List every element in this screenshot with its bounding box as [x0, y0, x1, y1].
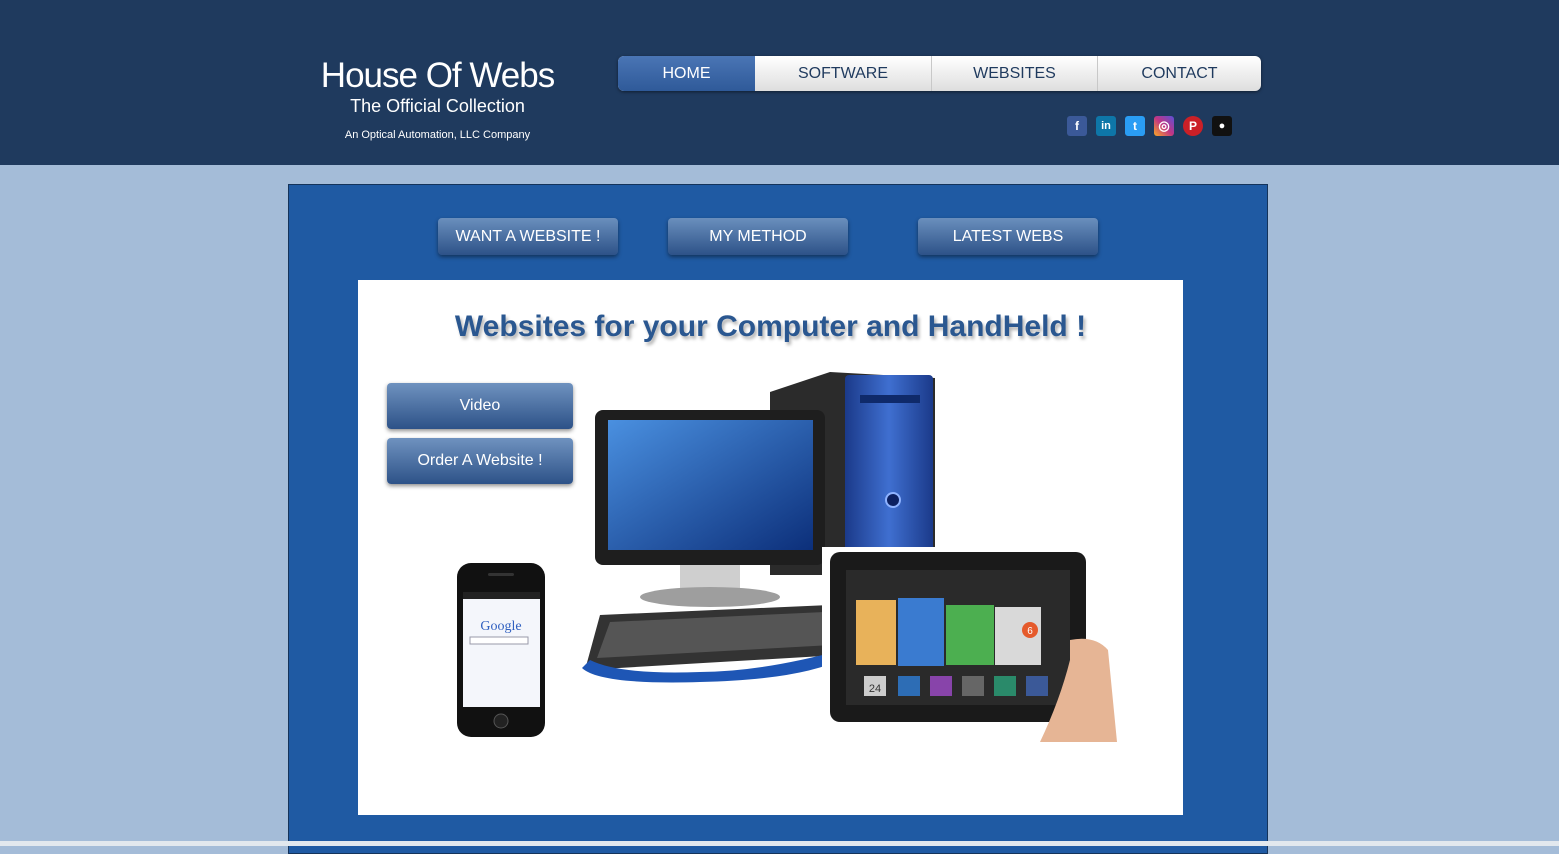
- footer-strip: [0, 841, 1559, 846]
- want-a-website-button[interactable]: WANT A WEBSITE !: [438, 218, 618, 255]
- devices-illustration: Google 6 24: [457, 372, 1117, 742]
- computer-keyboard: [582, 605, 845, 683]
- tablet: 6 24: [822, 547, 1117, 742]
- smartphone: Google: [457, 563, 545, 737]
- my-method-button[interactable]: MY METHOD: [668, 218, 848, 255]
- tablet-date: 24: [869, 683, 881, 695]
- nav-item-websites[interactable]: WEBSITES: [931, 56, 1097, 91]
- latest-webs-button[interactable]: LATEST WEBS: [918, 218, 1098, 255]
- linkedin-icon[interactable]: in: [1096, 116, 1116, 136]
- github-icon[interactable]: ●: [1212, 116, 1232, 136]
- facebook-icon[interactable]: f: [1067, 116, 1087, 136]
- site-title[interactable]: House Of Webs: [300, 56, 575, 96]
- company-tagline: An Optical Automation, LLC Company: [344, 129, 531, 141]
- social-bar: f in t ◎ P ●: [1067, 116, 1232, 136]
- pinterest-icon[interactable]: P: [1183, 116, 1203, 136]
- main-nav: HOME SOFTWARE WEBSITES CONTACT: [618, 56, 1261, 91]
- computer-monitor: [595, 410, 825, 607]
- nav-item-contact[interactable]: CONTACT: [1097, 56, 1261, 91]
- instagram-icon[interactable]: ◎: [1154, 116, 1174, 136]
- nav-item-software[interactable]: SOFTWARE: [755, 56, 931, 91]
- phone-screen-text: Google: [480, 619, 521, 634]
- tablet-badge: 6: [1027, 626, 1033, 637]
- nav-item-home[interactable]: HOME: [618, 56, 755, 91]
- site-header: House Of Webs The Official Collection An…: [0, 0, 1559, 165]
- page-headline: Websites for your Computer and HandHeld …: [454, 310, 1087, 343]
- twitter-icon[interactable]: t: [1125, 116, 1145, 136]
- site-subtitle: The Official Collection: [350, 96, 525, 116]
